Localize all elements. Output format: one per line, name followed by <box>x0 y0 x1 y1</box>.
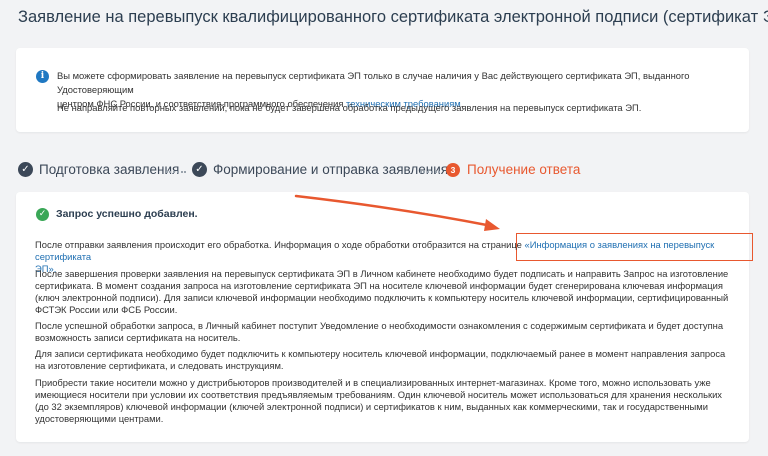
step-preparation: ✓ Подготовка заявления <box>18 162 179 177</box>
result-card: ✓ Запрос успешно добавлен. После отправк… <box>16 192 753 442</box>
step-label: Формирование и отправка заявления <box>213 162 449 177</box>
page-title: Заявление на перевыпуск квалифицированно… <box>18 8 768 26</box>
paragraph-5: Приобрести такие носители можно у дистри… <box>35 377 722 424</box>
step-sending: ✓ Формирование и отправка заявления <box>192 162 448 177</box>
info-text-2: Не направляйте повторных заявлений, пока… <box>57 102 642 113</box>
step-label: Подготовка заявления <box>39 162 180 177</box>
check-circle-icon: ✓ <box>36 208 49 221</box>
info-card: i Вы можете сформировать заявление на пе… <box>16 48 749 132</box>
paragraph-2: После завершения проверки заявления на п… <box>35 268 729 315</box>
paragraph-1-text: После отправки заявления происходит его … <box>35 239 525 250</box>
step-label: Получение ответа <box>467 162 581 177</box>
info-icon: i <box>36 70 49 83</box>
step-divider <box>166 171 186 173</box>
step-response: 3 Получение ответа <box>446 162 580 177</box>
check-circle-icon: ✓ <box>192 162 207 177</box>
step-divider <box>420 171 440 173</box>
success-message: Запрос успешно добавлен. <box>56 208 198 220</box>
paragraph-4: Для записи сертификата необходимо будет … <box>35 348 726 371</box>
info-line-1: Вы можете сформировать заявление на пере… <box>57 70 690 95</box>
step-number-badge: 3 <box>446 162 460 177</box>
paragraph-3: После успешной обработки запроса, в Личн… <box>35 320 724 343</box>
check-circle-icon: ✓ <box>18 162 33 177</box>
